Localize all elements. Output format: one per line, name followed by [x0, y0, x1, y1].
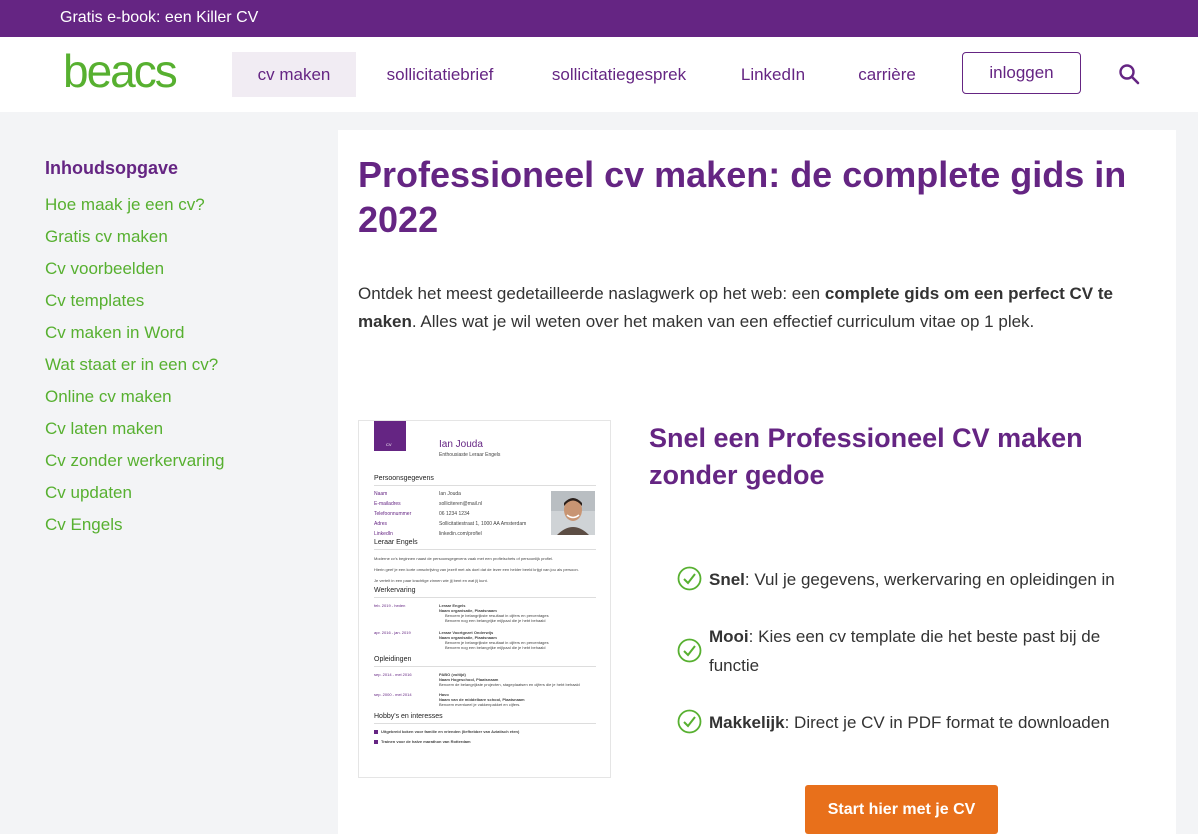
benefit-label: Mooi — [709, 627, 749, 646]
divider — [374, 485, 596, 486]
cv-template-preview[interactable]: CV Ian Jouda Enthousiaste Leraar Engels … — [358, 420, 611, 778]
cv-hobby: Trainen voor de halve marathon van Rotte… — [381, 739, 471, 744]
check-circle-icon — [677, 638, 702, 663]
toc-item[interactable]: Cv Engels — [45, 514, 325, 546]
table-of-contents: Inhoudsopgave Hoe maak je een cv? Gratis… — [45, 158, 325, 546]
toc-item[interactable]: Hoe maak je een cv? — [45, 194, 325, 226]
cv-badge-text: CV — [386, 442, 392, 447]
cv-value: Sollicitatiestraat 1, 1000 AA Amsterdam — [439, 521, 527, 527]
check-circle-icon — [677, 566, 702, 591]
toc-item[interactable]: Cv zonder werkervaring — [45, 450, 325, 482]
benefit-item: Snel: Vul je gegevens, werkervaring en o… — [709, 565, 1179, 594]
cv-section-education: Opleidingen — [374, 656, 412, 663]
svg-text:beacs: beacs — [63, 51, 177, 93]
nav-linkedin[interactable]: LinkedIn — [726, 52, 820, 97]
cv-section-profile: Leraar Engels — [374, 539, 418, 546]
toc-title: Inhoudsopgave — [45, 158, 179, 178]
cv-label: Telefoonnummer — [374, 511, 412, 517]
cv-hobby: Uitgebreid koken voor familie en vriende… — [381, 729, 520, 734]
cv-profile-line: Je vertelt in een paar krachtige zinnen … — [374, 578, 488, 583]
toc-item[interactable]: Gratis cv maken — [45, 226, 325, 258]
cv-profile-line: Hierin geef je een korte omschrijving va… — [374, 567, 579, 572]
cv-value: solliciteren@mail.nl — [439, 501, 483, 507]
cv-value: Ian Jouda — [439, 491, 461, 497]
toc-item[interactable]: Wat staat er in een cv? — [45, 354, 325, 386]
cv-label: Naam — [374, 491, 388, 497]
main-navigation: beacs cv maken sollicitatiebrief sollici… — [0, 37, 1198, 112]
search-icon[interactable] — [1118, 63, 1140, 85]
cv-period: sep. 2014 - mei 2016 — [374, 672, 412, 677]
toc-item[interactable]: Cv laten maken — [45, 418, 325, 450]
intro-paragraph: Ontdek het meest gedetailleerde naslagwe… — [358, 280, 1148, 336]
section-subtitle: Snel een Professioneel CV maken zonder g… — [649, 423, 1083, 490]
divider — [374, 597, 596, 598]
cv-section-personal: Persoonsgegevens — [374, 475, 434, 482]
benefit-text: : Kies een cv template die het beste pas… — [709, 627, 1101, 675]
cv-section-work: Werkervaring — [374, 587, 416, 594]
benefit-item: Makkelijk: Direct je CV in PDF format te… — [709, 708, 1179, 737]
cv-badge: CV — [374, 421, 406, 451]
cv-name: Ian Jouda — [439, 439, 483, 450]
cv-period: feb. 2019 - heden — [374, 603, 406, 608]
check-circle-icon — [677, 709, 702, 734]
top-promo-bar: Gratis e-book: een Killer CV — [0, 0, 1198, 37]
cv-role: Enthousiaste Leraar Engels — [439, 452, 501, 458]
divider — [374, 723, 596, 724]
page-title: Professioneel cv maken: de complete gids… — [358, 154, 1127, 240]
cv-period: sep. 2000 - mei 2014 — [374, 692, 412, 697]
cv-bullet: Benoem nog een belangrijke mijlpaal die … — [445, 618, 546, 623]
toc-item[interactable]: Cv voorbeelden — [45, 258, 325, 290]
intro-text-end: . Alles wat je wil weten over het maken … — [411, 312, 1035, 331]
cv-label: E-mailadres — [374, 501, 401, 507]
nav-sollicitatiegesprek[interactable]: sollicitatiegesprek — [532, 52, 706, 97]
cv-value: 06 1234 1234 — [439, 511, 470, 517]
divider — [374, 549, 596, 550]
start-cv-button[interactable]: Start hier met je CV — [805, 785, 998, 834]
benefit-text: : Direct je CV in PDF format te download… — [784, 713, 1110, 732]
benefit-label: Snel — [709, 570, 745, 589]
nav-carriere[interactable]: carrière — [842, 52, 932, 97]
benefit-text: : Vul je gegevens, werkervaring en oplei… — [744, 570, 1115, 589]
cv-value: linkedin.com/profiel — [439, 531, 482, 537]
nav-sollicitatiebrief[interactable]: sollicitatiebrief — [368, 52, 512, 97]
cv-note: Benoem eventueel je vakkenpakket en cijf… — [439, 702, 521, 707]
cv-section-hobbies: Hobby's en interesses — [374, 713, 443, 720]
benefit-item: Mooi: Kies een cv template die het beste… — [709, 622, 1149, 680]
cv-photo-avatar — [551, 491, 595, 535]
cv-hobby-marker — [374, 730, 378, 734]
benefit-label: Makkelijk — [709, 713, 785, 732]
beacs-logo[interactable]: beacs — [63, 51, 187, 93]
main-content: Professioneel cv maken: de complete gids… — [338, 130, 1176, 834]
cv-note: Benoem de belangrijkste projecten, stage… — [439, 682, 580, 687]
toc-item[interactable]: Cv templates — [45, 290, 325, 322]
login-button[interactable]: inloggen — [962, 52, 1081, 94]
ebook-link[interactable]: Gratis e-book: een Killer CV — [60, 9, 258, 27]
cv-label: Adres — [374, 521, 388, 527]
cv-label: LinkedIn — [374, 531, 393, 537]
cv-profile-line: Moderne cv's beginnen naast de persoonsg… — [374, 556, 554, 561]
cv-hobby-marker — [374, 740, 378, 744]
intro-text: Ontdek het meest gedetailleerde naslagwe… — [358, 284, 825, 303]
cv-bullet: Benoem nog een belangrijke mijlpaal die … — [445, 645, 546, 650]
toc-item[interactable]: Online cv maken — [45, 386, 325, 418]
toc-item[interactable]: Cv maken in Word — [45, 322, 325, 354]
cv-period: apr. 2016 - jan. 2019 — [374, 630, 411, 635]
toc-item[interactable]: Cv updaten — [45, 482, 325, 514]
nav-cv-maken[interactable]: cv maken — [232, 52, 356, 97]
divider — [374, 666, 596, 667]
